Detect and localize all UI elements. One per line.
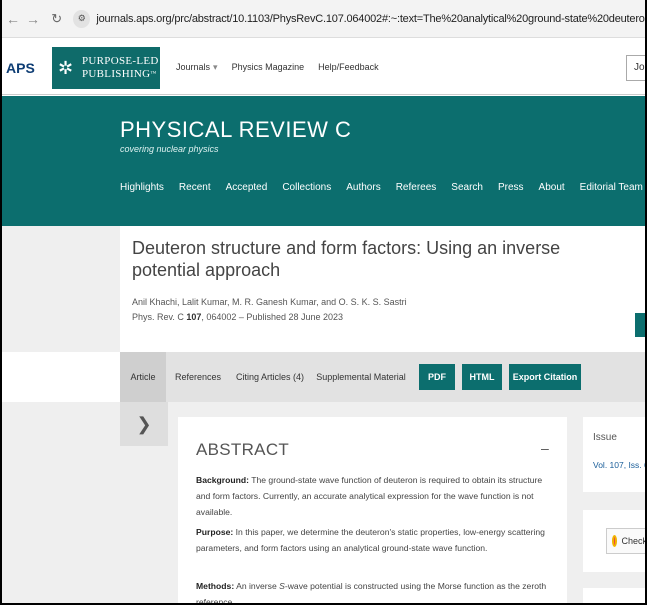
chrome-icon bbox=[612, 535, 618, 547]
purpose-led-line2: PUBLISHING bbox=[82, 68, 151, 80]
journal-nav-about[interactable]: About bbox=[539, 182, 565, 193]
journal-search-input[interactable]: Jo bbox=[626, 55, 647, 81]
side-share-tab[interactable] bbox=[635, 313, 647, 337]
html-button[interactable]: HTML bbox=[462, 364, 502, 390]
tab-references[interactable]: References bbox=[168, 352, 228, 402]
journal-nav-recent[interactable]: Recent bbox=[179, 182, 211, 193]
chevron-right-icon[interactable]: ❯ bbox=[120, 402, 168, 446]
journal-nav-collections[interactable]: Collections bbox=[282, 182, 331, 193]
aps-logo[interactable]: APS bbox=[0, 54, 40, 82]
tab-article[interactable]: Article bbox=[120, 352, 166, 402]
abstract-background: Background: The ground-state wave functi… bbox=[196, 475, 543, 517]
article-tab-bar: Article References Citing Articles (4) S… bbox=[120, 352, 647, 402]
journal-nav-accepted[interactable]: Accepted bbox=[226, 182, 268, 193]
article-volume: 107 bbox=[186, 312, 202, 322]
journal-header: PHYSICAL REVIEW C covering nuclear physi… bbox=[0, 96, 647, 226]
top-nav-journals[interactable]: Journals ▾ bbox=[176, 62, 218, 73]
chevron-down-icon: ▾ bbox=[213, 62, 218, 72]
aps-star-icon: ✲ bbox=[58, 58, 74, 78]
export-citation-button[interactable]: Export Citation bbox=[509, 364, 581, 390]
check-access-button[interactable]: Check bbox=[606, 528, 647, 554]
journal-nav-authors[interactable]: Authors bbox=[346, 182, 380, 193]
url-field[interactable]: journals.aps.org/prc/abstract/10.1103/Ph… bbox=[96, 13, 647, 25]
forward-arrow-icon[interactable]: → bbox=[26, 11, 40, 27]
journal-nav-editorial-team[interactable]: Editorial Team bbox=[580, 182, 643, 193]
article-citation: Phys. Rev. C 107, 064002 – Published 28 … bbox=[132, 312, 344, 322]
journal-title[interactable]: PHYSICAL REVIEW C bbox=[120, 117, 351, 143]
issue-link[interactable]: Vol. 107, Iss. 6 bbox=[593, 460, 647, 470]
journal-nav-press[interactable]: Press bbox=[498, 182, 524, 193]
article-title: Deuteron structure and form factors: Usi… bbox=[132, 238, 561, 280]
journal-nav-search[interactable]: Search bbox=[451, 182, 483, 193]
journal-subtitle: covering nuclear physics bbox=[120, 144, 219, 154]
trademark-mark: ™ bbox=[150, 71, 157, 77]
back-arrow-icon[interactable]: ← bbox=[6, 11, 20, 27]
reload-icon[interactable]: ↻ bbox=[50, 11, 63, 27]
article-authors[interactable]: Anil Khachi, Lalit Kumar, M. R. Ganesh K… bbox=[132, 297, 407, 307]
abstract-purpose: Purpose: In this paper, we determine the… bbox=[196, 527, 545, 553]
abstract-methods: Methods: An inverse S-wave potential is … bbox=[196, 581, 547, 605]
site-top-bar: APS ✲ PURPOSE-LED PUBLISHING™ Journals ▾ … bbox=[0, 41, 647, 95]
purpose-led-logo[interactable]: ✲ PURPOSE-LED PUBLISHING™ bbox=[52, 47, 160, 89]
purpose-led-line1: PURPOSE-LED bbox=[82, 55, 159, 67]
top-nav-help-feedback[interactable]: Help/Feedback bbox=[318, 62, 379, 73]
top-nav: Journals ▾ Physics Magazine Help/Feedback bbox=[176, 62, 379, 73]
issue-label: Issue bbox=[593, 432, 617, 443]
journal-nav: Highlights Recent Accepted Collections A… bbox=[120, 182, 647, 193]
tab-citing-articles[interactable]: Citing Articles (4) bbox=[232, 352, 308, 402]
browser-address-bar: ← → ↻ ⚙ journals.aps.org/prc/abstract/10… bbox=[0, 0, 647, 38]
issue-card bbox=[583, 417, 647, 492]
journal-nav-referees[interactable]: Referees bbox=[396, 182, 437, 193]
tab-supplemental-material[interactable]: Supplemental Material bbox=[314, 352, 408, 402]
sidebar-card bbox=[583, 588, 647, 605]
pdf-button[interactable]: PDF bbox=[419, 364, 455, 390]
collapse-icon[interactable]: – bbox=[541, 440, 549, 456]
abstract-heading: ABSTRACT bbox=[196, 440, 290, 459]
top-nav-physics-magazine[interactable]: Physics Magazine bbox=[232, 62, 305, 73]
journal-nav-highlights[interactable]: Highlights bbox=[120, 182, 164, 193]
site-info-icon[interactable]: ⚙ bbox=[73, 9, 91, 28]
